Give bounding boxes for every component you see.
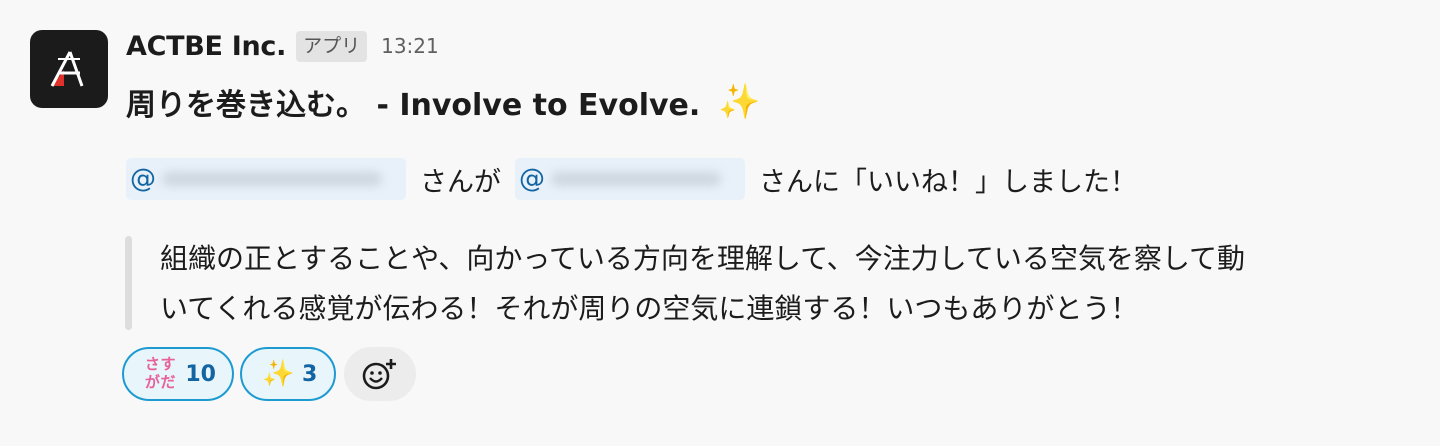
add-reaction-icon: [362, 359, 396, 390]
mention-line: @ さんが @ さんに「いいね！」しました！: [126, 158, 1151, 200]
mention-middle-text: さんが: [420, 166, 501, 198]
sasuga-emoji-icon: さ す が だ: [144, 355, 176, 392]
emoji-char: さ: [144, 355, 160, 373]
redacted-username: [162, 172, 382, 186]
user-mention-1[interactable]: @: [126, 158, 406, 200]
reaction-sasuga[interactable]: さ す が だ 10: [122, 347, 234, 401]
title-text: 周りを巻き込む。 - Involve to Evolve.: [126, 88, 701, 123]
quote-bar: [125, 236, 132, 330]
reactions-bar: さ す が だ 10 ✨ 3: [122, 347, 416, 401]
app-badge: アプリ: [296, 30, 368, 62]
sender-name[interactable]: ACTBE Inc.: [126, 31, 286, 62]
emoji-char: だ: [160, 373, 176, 391]
timestamp[interactable]: 13:21: [381, 34, 439, 58]
message-header: ACTBE Inc. アプリ 13:21: [126, 26, 439, 66]
emoji-char: が: [144, 373, 160, 391]
reaction-count: 10: [185, 361, 216, 387]
quote-block: 組織の正とすることや、向かっている方向を理解して、今注力している空気を察して動 …: [160, 234, 1430, 334]
sparkles-icon: ✨: [718, 82, 761, 122]
message-title: 周りを巻き込む。 - Involve to Evolve. ✨: [126, 80, 761, 124]
mention-at: @: [130, 164, 156, 194]
mention-at: @: [519, 164, 545, 194]
quote-line: 組織の正とすることや、向かっている方向を理解して、今注力している空気を察して動: [160, 242, 1246, 275]
emoji-char: す: [160, 355, 176, 373]
message: ACTBE Inc. アプリ 13:21 周りを巻き込む。 - Involve …: [0, 0, 1440, 446]
reaction-count: 3: [302, 361, 318, 387]
mention-suffix-text: さんに「いいね！」しました！: [759, 166, 1137, 198]
quote-line: いてくれる感覚が伝わる！それが周りの空気に連鎖する！いつもありがとう！: [160, 292, 1139, 325]
redacted-username: [551, 172, 721, 186]
add-reaction-button[interactable]: [344, 347, 416, 401]
sparkles-icon: ✨: [262, 359, 295, 389]
reaction-sparkles[interactable]: ✨ 3: [240, 347, 336, 401]
actbe-logo-icon: [50, 51, 84, 87]
user-mention-2[interactable]: @: [515, 158, 745, 200]
avatar[interactable]: [30, 30, 108, 108]
